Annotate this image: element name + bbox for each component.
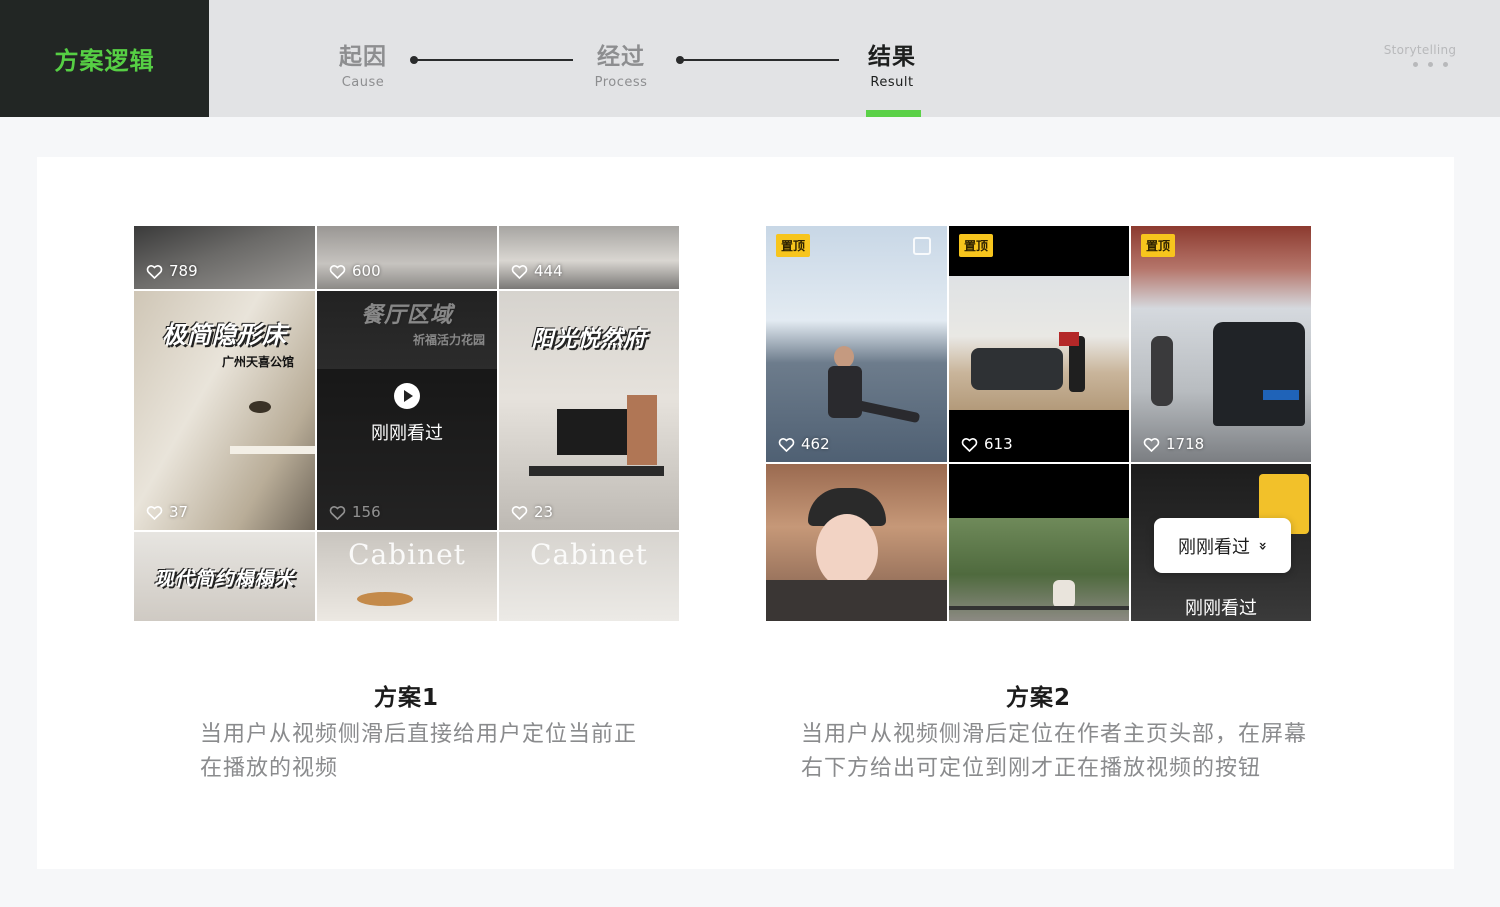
scheme2-title: 方案2 bbox=[1005, 685, 1071, 711]
step-cause-sublabel: Cause bbox=[341, 75, 385, 90]
brand-title: 方案逻辑 bbox=[54, 47, 155, 75]
top-nav: 方案逻辑 起因 Cause 经过 Process 结果 Result Story… bbox=[0, 0, 1500, 117]
step-cause[interactable]: 起因 Cause bbox=[303, 42, 423, 90]
storytelling-menu[interactable]: Storytelling bbox=[1370, 43, 1470, 67]
storytelling-label: Storytelling bbox=[1383, 43, 1457, 57]
double-chevron-down-icon: » bbox=[1254, 540, 1271, 551]
just-watched-label: 刚刚看过 bbox=[371, 423, 443, 444]
heart-icon bbox=[146, 505, 163, 520]
brand-block: 方案逻辑 bbox=[0, 0, 209, 117]
video-tile[interactable]: 置顶 1718 bbox=[1131, 226, 1311, 462]
step-process-label: 经过 bbox=[597, 44, 645, 70]
just-watched-button[interactable]: 刚刚看过 » bbox=[1154, 518, 1291, 573]
video-overlay-subtitle: 祈福活力花园 bbox=[413, 333, 486, 347]
video-tile[interactable]: Cabinet bbox=[317, 532, 497, 621]
step-result-sublabel: Result bbox=[870, 75, 914, 90]
pinned-badge: 置顶 bbox=[776, 234, 811, 257]
scheme1-title: 方案1 bbox=[373, 685, 439, 711]
video-tile[interactable]: Cabinet bbox=[499, 532, 679, 621]
scheme1-video-grid: 789 600 444 极简隐形床 广州天喜公馆 37 餐厅区域 祈福活力花园 … bbox=[134, 226, 679, 621]
video-overlay-title: Cabinet bbox=[348, 538, 466, 571]
step-cause-label: 起因 bbox=[339, 44, 387, 70]
heart-icon bbox=[1143, 437, 1160, 452]
video-tile[interactable]: 600 bbox=[317, 226, 497, 289]
video-overlay-title: 极简隐形床 bbox=[162, 321, 287, 349]
video-tile[interactable]: 444 bbox=[499, 226, 679, 289]
pinned-badge: 置顶 bbox=[959, 234, 994, 257]
heart-icon bbox=[961, 437, 978, 452]
select-checkbox[interactable] bbox=[913, 237, 931, 255]
heart-icon bbox=[511, 505, 528, 520]
like-count: 600 bbox=[329, 262, 381, 280]
like-count: 613 bbox=[961, 435, 1013, 453]
step-result-label: 结果 bbox=[868, 44, 916, 70]
video-overlay-title: 阳光悦然府 bbox=[531, 327, 647, 352]
like-count: 789 bbox=[146, 262, 198, 280]
scheme1-description: 当用户从视频侧滑后直接给用户定位当前正在播放的视频 bbox=[200, 722, 638, 781]
video-tile[interactable] bbox=[949, 464, 1129, 621]
scheme2-description: 当用户从视频侧滑后定位在作者主页头部，在屏幕右下方给出可定位到刚才正在播放视频的… bbox=[801, 722, 1308, 781]
like-count: 156 bbox=[329, 503, 381, 521]
video-overlay-title: 餐厅区域 bbox=[360, 303, 453, 328]
step-process-sublabel: Process bbox=[594, 75, 648, 90]
video-overlay-title: Cabinet bbox=[530, 538, 648, 571]
step-process[interactable]: 经过 Process bbox=[561, 42, 681, 90]
video-tile[interactable] bbox=[766, 464, 947, 621]
video-tile[interactable]: 置顶 462 bbox=[766, 226, 947, 462]
heart-icon bbox=[329, 264, 346, 279]
video-tile[interactable]: 置顶 613 bbox=[949, 226, 1129, 462]
video-tile[interactable]: 阳光悦然府 23 bbox=[499, 291, 679, 530]
video-tile[interactable]: 现代简约榻榻米 bbox=[134, 532, 315, 621]
like-count: 462 bbox=[778, 435, 830, 453]
heart-icon bbox=[778, 437, 795, 452]
heart-icon bbox=[146, 264, 163, 279]
video-tile[interactable]: 789 bbox=[134, 226, 315, 289]
video-tile[interactable]: 极简隐形床 广州天喜公馆 37 bbox=[134, 291, 315, 530]
active-step-indicator bbox=[866, 110, 921, 117]
like-count: 37 bbox=[146, 503, 188, 521]
like-count: 23 bbox=[511, 503, 553, 521]
like-count: 444 bbox=[511, 262, 563, 280]
play-icon bbox=[394, 383, 420, 409]
video-tile-current[interactable]: 餐厅区域 祈福活力花园 刚刚看过 156 bbox=[317, 291, 497, 530]
video-overlay-subtitle: 广州天喜公馆 bbox=[222, 355, 295, 369]
more-dots-icon bbox=[1370, 62, 1470, 67]
heart-icon bbox=[329, 505, 346, 520]
step-connector bbox=[676, 56, 839, 64]
like-count: 1718 bbox=[1143, 435, 1204, 453]
heart-icon bbox=[511, 264, 528, 279]
video-overlay-title: 现代简约榻榻米 bbox=[154, 568, 295, 590]
just-watched-button-label: 刚刚看过 bbox=[1177, 536, 1250, 558]
step-connector bbox=[410, 56, 573, 64]
step-result[interactable]: 结果 Result bbox=[832, 42, 952, 90]
pinned-badge: 置顶 bbox=[1141, 234, 1176, 257]
just-watched-label: 刚刚看过 bbox=[1185, 598, 1257, 619]
